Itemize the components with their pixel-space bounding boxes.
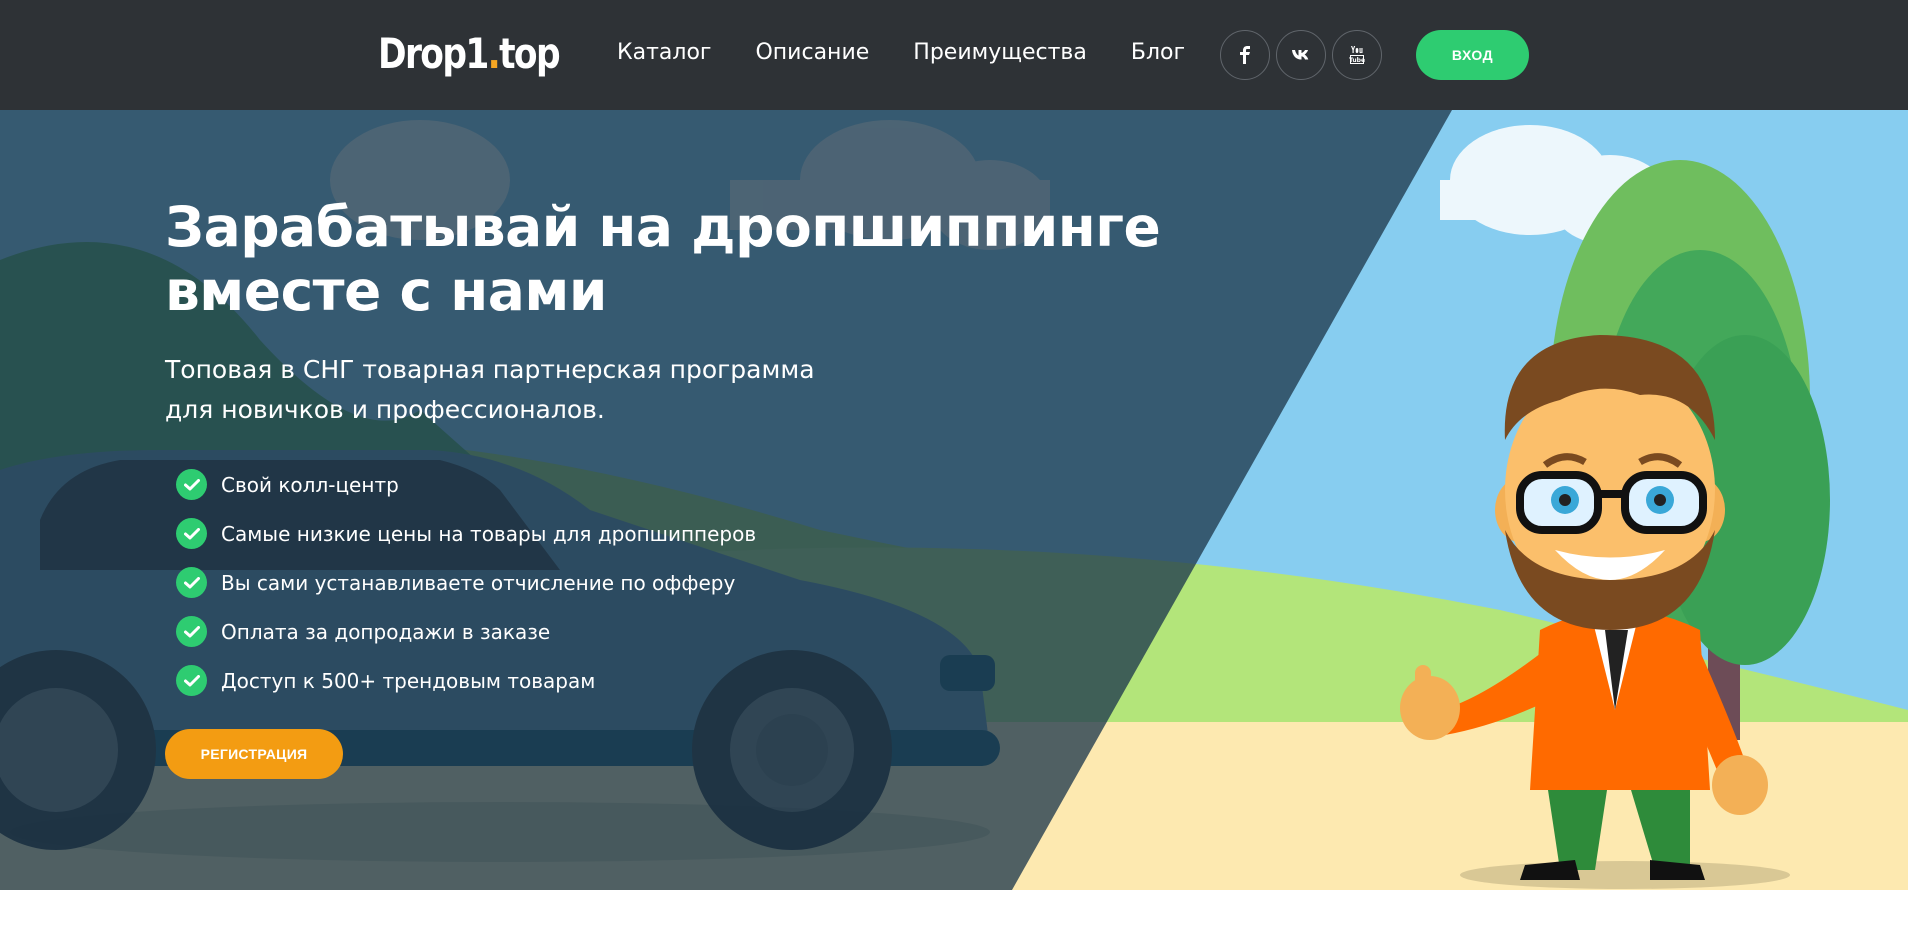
register-button[interactable]: РЕГИСТРАЦИЯ	[165, 729, 343, 779]
feature-text: Свой колл-центр	[221, 472, 399, 497]
hero-subtitle-line1: Топовая в СНГ товарная партнерская прогр…	[165, 355, 815, 384]
list-item: Оплата за допродажи в заказе	[176, 607, 756, 656]
logo-tld: top	[499, 29, 560, 78]
feature-list: Свой колл-центр Самые низкие цены на тов…	[176, 460, 756, 705]
hero-title: Зарабатывай на дропшиппинге вместе с нам…	[165, 195, 1161, 323]
site-header: Drop1.top Каталог Описание Преимущества …	[0, 0, 1908, 110]
youtube-icon[interactable]: Tube	[1332, 30, 1382, 80]
feature-text: Вы сами устанавливаете отчисление по офф…	[221, 570, 736, 595]
feature-text: Самые низкие цены на товары для дропшипп…	[221, 521, 757, 546]
logo[interactable]: Drop1.top	[378, 28, 561, 80]
nav-item-advantages[interactable]: Преимущества	[913, 38, 1087, 68]
social-links: Tube	[1220, 30, 1382, 80]
hero-subtitle: Топовая в СНГ товарная партнерская прогр…	[165, 350, 815, 430]
nav-item-description[interactable]: Описание	[755, 38, 869, 68]
list-item: Вы сами устанавливаете отчисление по офф…	[176, 558, 756, 607]
vk-icon[interactable]	[1276, 30, 1326, 80]
logo-dot: .	[487, 29, 501, 78]
login-button[interactable]: ВХОД	[1416, 30, 1529, 80]
nav-item-blog[interactable]: Блог	[1131, 38, 1185, 68]
svg-text:Tube: Tube	[1349, 57, 1365, 64]
hero-subtitle-line2: для новичков и профессионалов.	[165, 395, 605, 424]
nav-item-catalog[interactable]: Каталог	[617, 38, 711, 68]
hero-title-line2: вместе с нами	[165, 259, 607, 323]
feature-text: Оплата за допродажи в заказе	[221, 619, 551, 644]
check-icon	[176, 567, 207, 598]
main-nav: Каталог Описание Преимущества Блог	[617, 38, 1185, 68]
check-icon	[176, 469, 207, 500]
hero-section: Зарабатывай на дропшиппинге вместе с нам…	[0, 110, 1908, 890]
logo-main: Drop1	[378, 29, 489, 78]
hero-title-line1: Зарабатывай на дропшиппинге	[165, 195, 1161, 259]
facebook-icon[interactable]	[1220, 30, 1270, 80]
list-item: Самые низкие цены на товары для дропшипп…	[176, 509, 756, 558]
check-icon	[176, 616, 207, 647]
feature-text: Доступ к 500+ трендовым товарам	[221, 668, 596, 693]
list-item: Доступ к 500+ трендовым товарам	[176, 656, 756, 705]
check-icon	[176, 518, 207, 549]
list-item: Свой колл-центр	[176, 460, 756, 509]
check-icon	[176, 665, 207, 696]
